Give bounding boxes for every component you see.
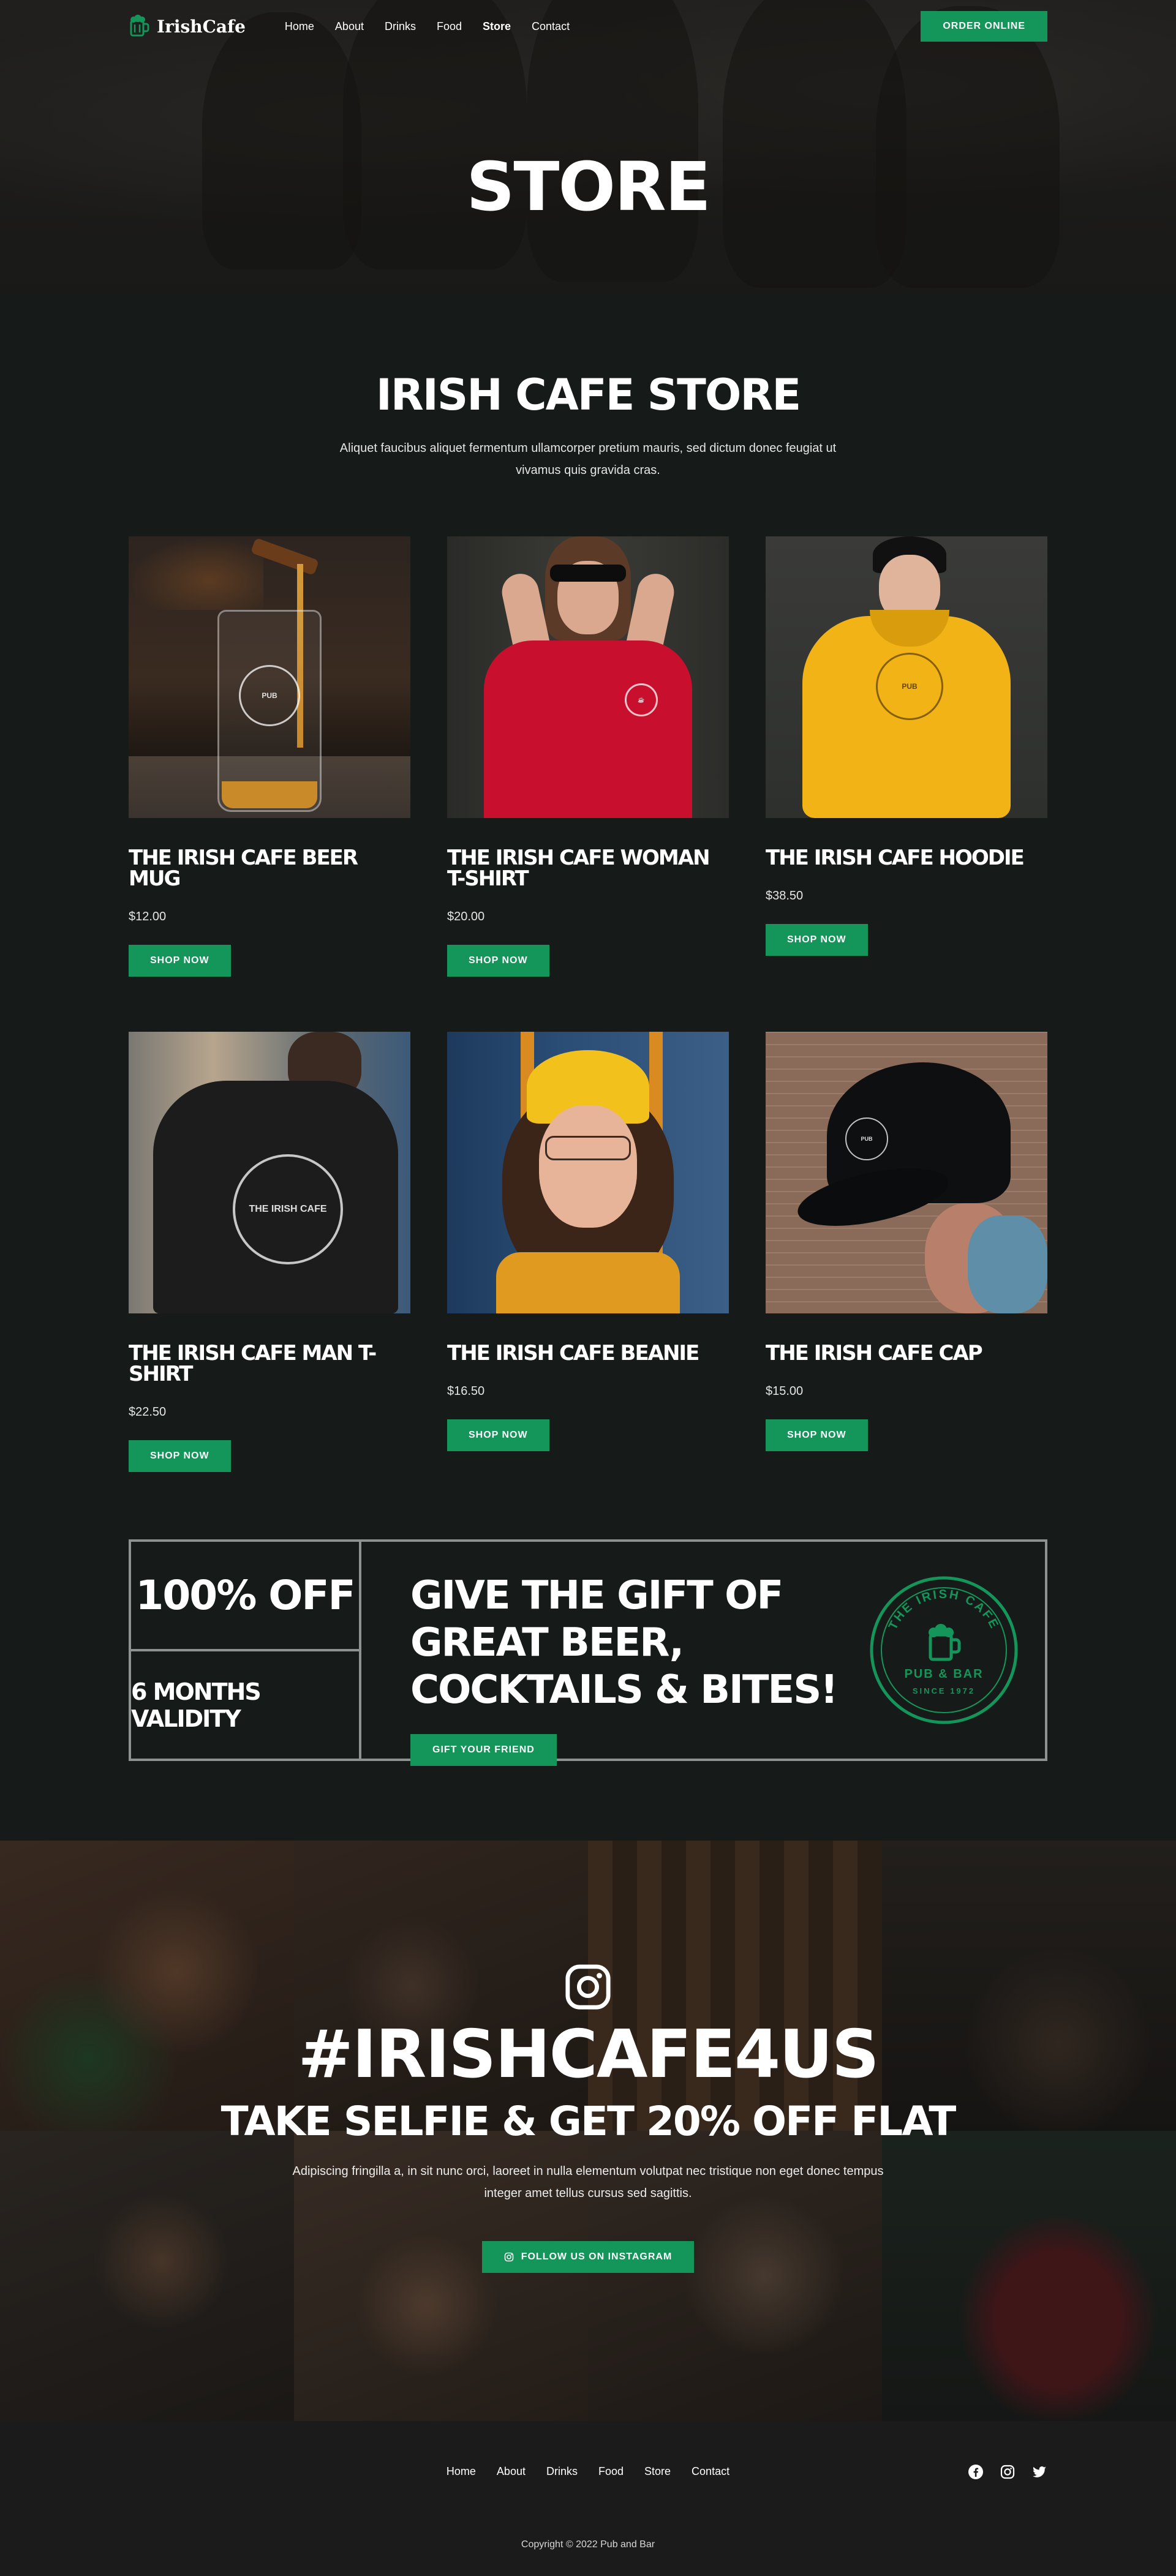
seal-emblem-icon: THE IRISH CAFE PUB & BAR SINCE 1972 <box>870 1576 1018 1724</box>
shop-now-button[interactable]: SHOP NOW <box>447 945 549 977</box>
product-image-beer-mug[interactable]: PUB <box>129 536 410 818</box>
product-image-woman-tshirt[interactable]: ☕ <box>447 536 729 818</box>
shop-now-button[interactable]: SHOP NOW <box>766 924 868 956</box>
footer-contact[interactable]: Contact <box>692 2465 729 2478</box>
facebook-icon[interactable] <box>968 2464 984 2480</box>
brand-name: IrishCafe <box>157 16 246 37</box>
footer-store[interactable]: Store <box>644 2465 671 2478</box>
promo-content: GIVE THE GIFT OF GREAT BEER, COCKTAILS &… <box>361 1542 843 1767</box>
product-image-man-tshirt[interactable]: THE IRISH CAFE <box>129 1032 410 1313</box>
instagram-icon <box>504 2252 514 2262</box>
product-price: $22.50 <box>129 1405 167 1419</box>
footer-drinks[interactable]: Drinks <box>546 2465 578 2478</box>
store-section: IRISH CAFE STORE Aliquet faucibus alique… <box>0 294 1176 1533</box>
seal-bottom-text: PUB & BAR <box>904 1667 983 1681</box>
instagram-cta: #IRISHCAFE4US TAKE SELFIE & GET 20% OFF … <box>0 1841 1176 2421</box>
product-name: THE IRISH CAFE MAN T-SHIRT <box>129 1341 377 1386</box>
top-navigation: IrishCafe Home About Drinks Food Store C… <box>0 0 1176 53</box>
beer-mug-icon <box>130 15 149 37</box>
product-price: $20.00 <box>447 910 485 923</box>
store-description: Aliquet faucibus aliquet fermentum ullam… <box>339 441 837 477</box>
gift-promo-section: 100% OFF 6 MONTHS VALIDITY GIVE THE GIFT… <box>0 1533 1176 1841</box>
instagram-icon[interactable] <box>1000 2464 1016 2480</box>
product-card: PUB THE IRISH CAFE BEER MUG $12.00 SHOP … <box>129 536 410 977</box>
instagram-subtitle: TAKE SELFIE & GET 20% OFF FLAT <box>221 2098 957 2145</box>
social-links <box>968 2464 1047 2480</box>
nav-home[interactable]: Home <box>285 20 314 33</box>
nav-contact[interactable]: Contact <box>532 20 570 33</box>
validity-label: 6 MONTHS VALIDITY <box>131 1678 262 1732</box>
follow-instagram-label: FOLLOW US ON INSTAGRAM <box>521 2251 673 2262</box>
twitter-icon[interactable] <box>1031 2464 1047 2480</box>
site-footer: Home About Drinks Food Store Contact Cop… <box>0 2421 1176 2576</box>
product-name: THE IRISH CAFE BEANIE <box>447 1341 699 1365</box>
product-name: THE IRISH CAFE CAP <box>766 1341 983 1365</box>
brand-logo[interactable]: IrishCafe <box>129 15 246 38</box>
nav-store[interactable]: Store <box>483 20 511 33</box>
instagram-hashtag: #IRISHCAFE4US <box>298 2016 879 2093</box>
page-title: STORE <box>466 148 711 226</box>
shop-now-button[interactable]: SHOP NOW <box>129 1440 231 1472</box>
product-card: THE IRISH CAFE BEANIE $16.50 SHOP NOW <box>447 1032 729 1472</box>
nav-food[interactable]: Food <box>437 20 462 33</box>
footer-about[interactable]: About <box>497 2465 526 2478</box>
product-name: THE IRISH CAFE WOMAN T-SHIRT <box>447 846 710 891</box>
product-card: PUB THE IRISH CAFE HOODIE $38.50 SHOP NO… <box>766 536 1047 977</box>
footer-home[interactable]: Home <box>447 2465 476 2478</box>
promo-headline: GIVE THE GIFT OF GREAT BEER, COCKTAILS &… <box>410 1573 838 1713</box>
product-card: ☕ THE IRISH CAFE WOMAN T-SHIRT $20.00 SH… <box>447 536 729 977</box>
product-grid: PUB THE IRISH CAFE BEER MUG $12.00 SHOP … <box>129 536 1047 1472</box>
product-price: $16.50 <box>447 1384 485 1398</box>
gift-your-friend-button[interactable]: GIFT YOUR FRIEND <box>410 1734 557 1767</box>
product-image-cap[interactable]: PUB <box>766 1032 1047 1313</box>
hero-section: IrishCafe Home About Drinks Food Store C… <box>0 0 1176 294</box>
promo-details: 100% OFF 6 MONTHS VALIDITY <box>131 1542 361 1759</box>
product-name: THE IRISH CAFE HOODIE <box>766 846 1025 870</box>
pub-seal-logo: THE IRISH CAFE PUB & BAR SINCE 1972 <box>843 1542 1045 1759</box>
product-price: $12.00 <box>129 910 167 923</box>
product-image-hoodie[interactable]: PUB <box>766 536 1047 818</box>
product-price: $15.00 <box>766 1384 804 1398</box>
instagram-description: Adipiscing fringilla a, in sit nunc orci… <box>292 2165 884 2200</box>
store-title: IRISH CAFE STORE <box>375 370 801 420</box>
product-card: PUB THE IRISH CAFE CAP $15.00 SHOP NOW <box>766 1032 1047 1472</box>
gift-card-banner: 100% OFF 6 MONTHS VALIDITY GIVE THE GIFT… <box>129 1539 1047 1767</box>
shop-now-button[interactable]: SHOP NOW <box>766 1419 868 1451</box>
copyright-text: Copyright © 2022 Pub and Bar <box>521 2539 655 2550</box>
nav-about[interactable]: About <box>335 20 364 33</box>
product-price: $38.50 <box>766 889 804 903</box>
product-image-beanie[interactable] <box>447 1032 729 1313</box>
seal-since-text: SINCE 1972 <box>913 1686 975 1695</box>
discount-label: 100% OFF <box>135 1572 355 1619</box>
product-name: THE IRISH CAFE BEER MUG <box>129 846 358 891</box>
order-online-button[interactable]: ORDER ONLINE <box>921 11 1047 42</box>
shop-now-button[interactable]: SHOP NOW <box>447 1419 549 1451</box>
follow-instagram-button[interactable]: FOLLOW US ON INSTAGRAM <box>481 2241 695 2273</box>
product-card: THE IRISH CAFE THE IRISH CAFE MAN T-SHIR… <box>129 1032 410 1472</box>
shop-now-button[interactable]: SHOP NOW <box>129 945 231 977</box>
nav-links: Home About Drinks Food Store Contact <box>285 20 570 33</box>
instagram-icon[interactable] <box>564 1963 612 2011</box>
nav-drinks[interactable]: Drinks <box>385 20 416 33</box>
footer-food[interactable]: Food <box>598 2465 624 2478</box>
instagram-section: #IRISHCAFE4US TAKE SELFIE & GET 20% OFF … <box>0 1841 1176 2421</box>
